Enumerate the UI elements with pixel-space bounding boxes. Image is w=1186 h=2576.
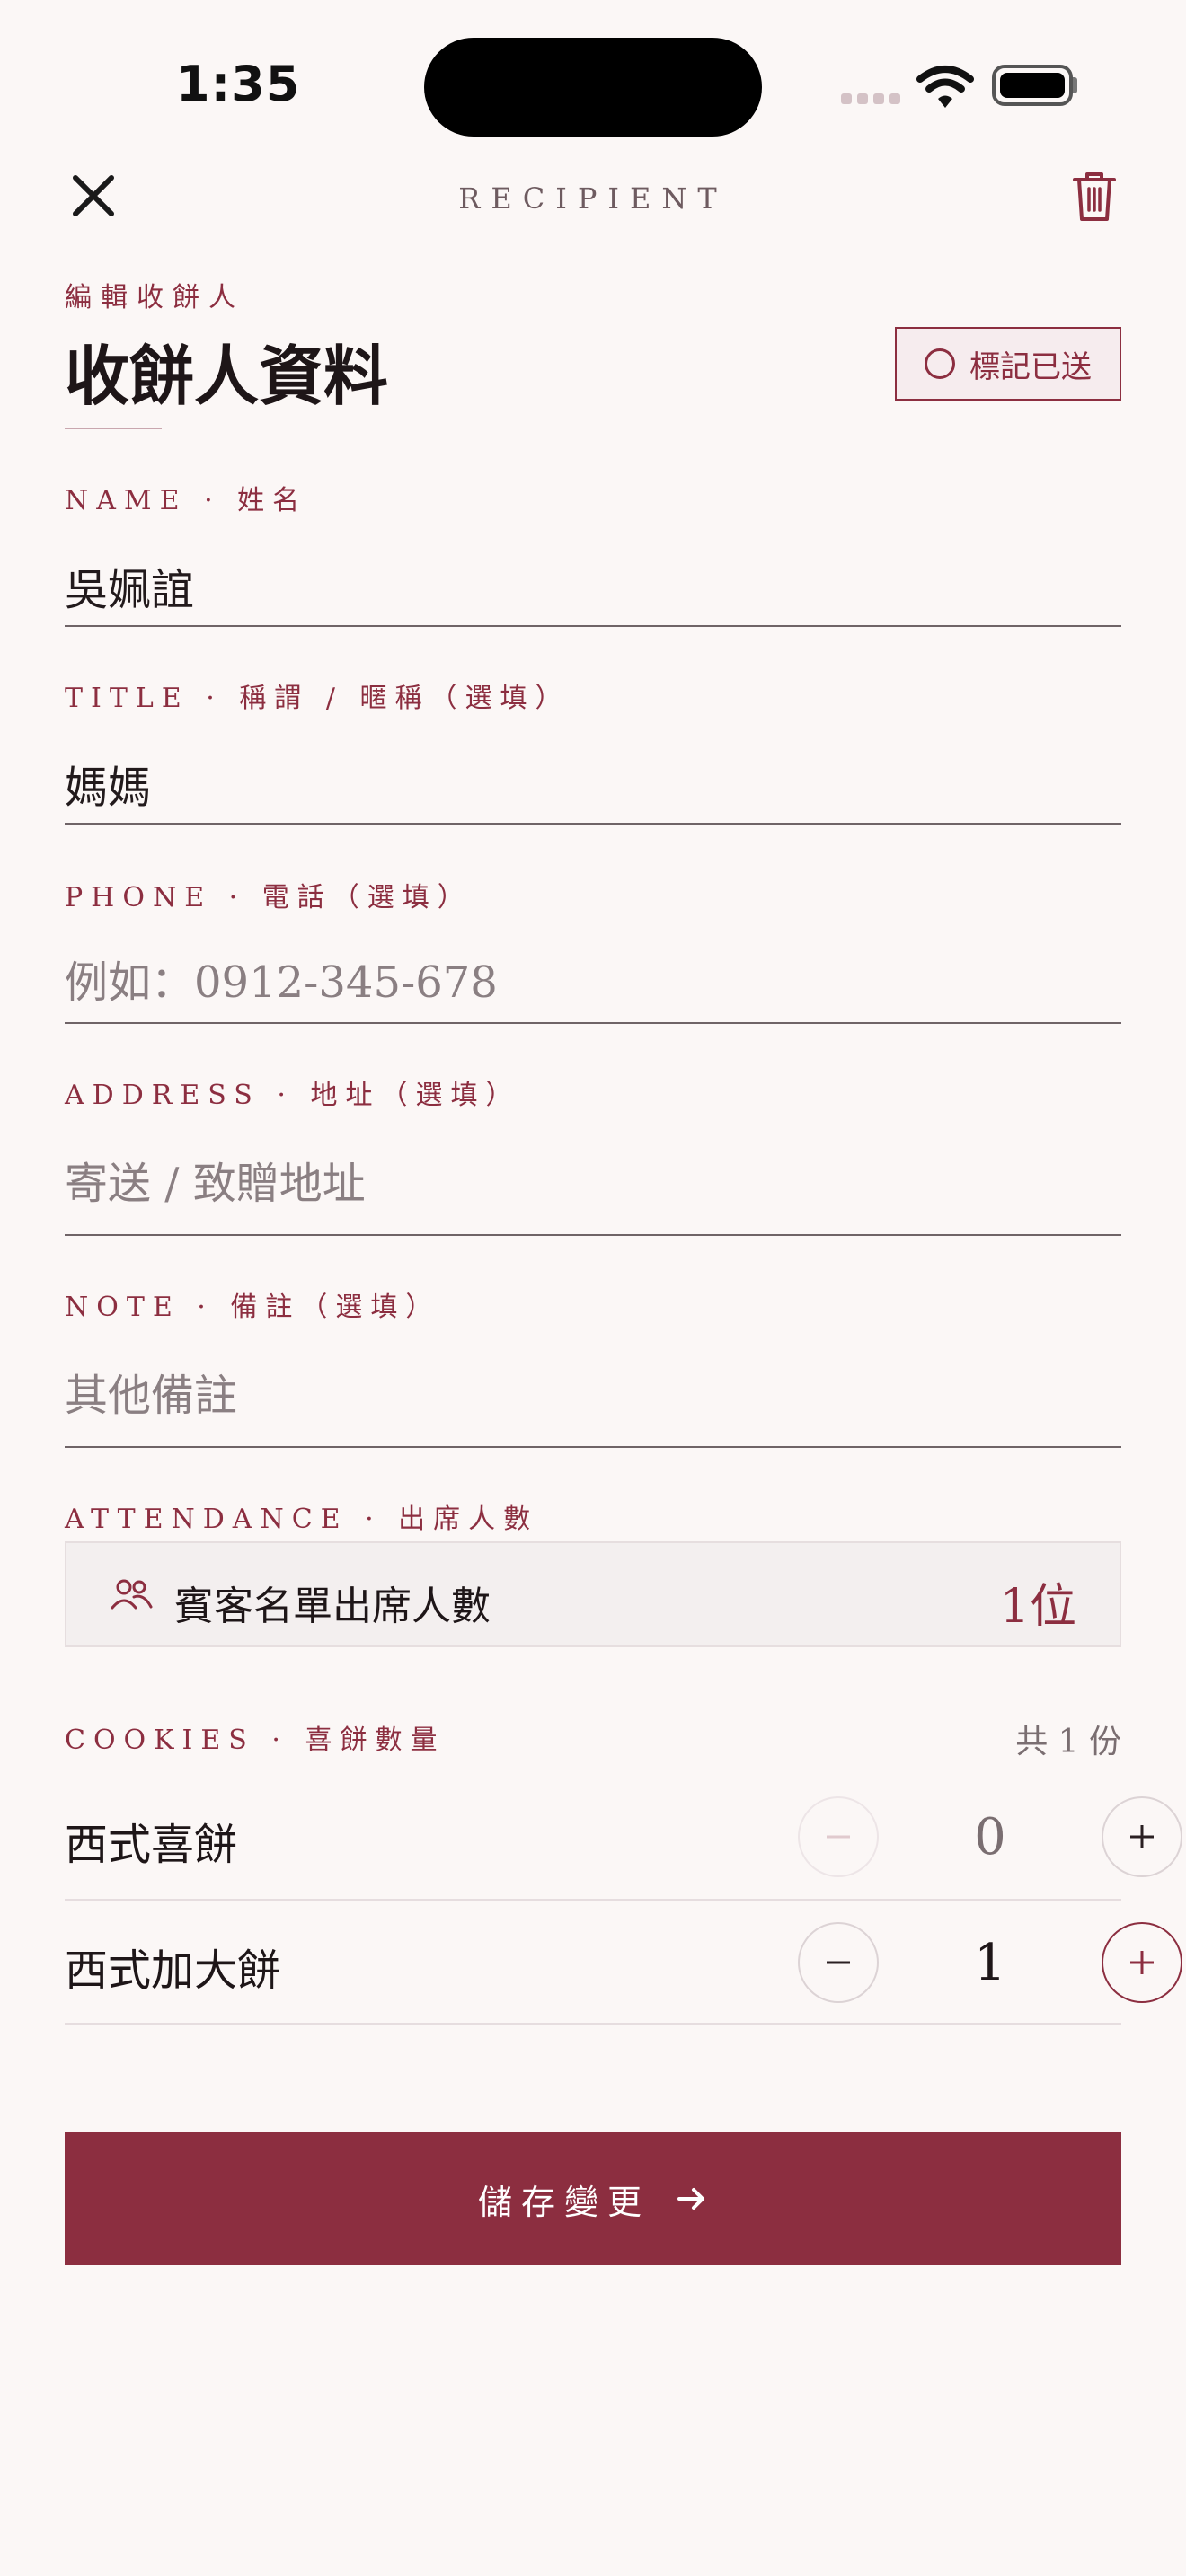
people-icon: [111, 1579, 153, 1610]
nav-title: RECIPIENT: [458, 181, 728, 216]
quantity-value: 0: [974, 1807, 1006, 1866]
minus-icon: [827, 1961, 850, 1964]
cookie-item-name: 西式加大餅: [65, 1945, 281, 1996]
arrow-right-icon: [677, 2188, 704, 2210]
dynamic-island: [424, 38, 762, 137]
page-eyebrow: 編輯收餅人: [65, 282, 244, 313]
attendance-box: 賓客名單出席人數 1位: [65, 1541, 1121, 1647]
address-label: ADDRESS · 地址（選填）: [65, 1080, 521, 1111]
plus-icon: [1130, 1951, 1154, 1974]
title-label: TITLE · 稱謂 / 暱稱（選填）: [65, 683, 571, 714]
attendance-description: 賓客名單出席人數: [174, 1584, 491, 1629]
name-label: NAME · 姓名: [65, 485, 308, 516]
note-input[interactable]: [65, 1345, 1121, 1448]
phone-label: PHONE · 電話（選填）: [65, 882, 473, 913]
name-input[interactable]: [65, 546, 1121, 627]
save-button[interactable]: 儲存變更: [65, 2132, 1121, 2265]
minus-icon: [827, 1835, 850, 1839]
increment-button[interactable]: [1102, 1922, 1182, 2003]
wifi-icon: [916, 66, 974, 108]
quantity-value: 1: [974, 1933, 1006, 1992]
plus-icon: [1130, 1825, 1154, 1848]
row-divider: [65, 1899, 1121, 1901]
mark-sent-label: 標記已送: [969, 348, 1092, 385]
battery-icon: [992, 65, 1073, 106]
cookies-label: COOKIES · 喜餅數量: [65, 1725, 446, 1756]
cookies-total: 共 1 份: [1015, 1724, 1121, 1760]
circle-icon: [925, 348, 955, 379]
title-input[interactable]: [65, 744, 1121, 825]
decrement-button[interactable]: [798, 1796, 879, 1877]
row-divider: [65, 2023, 1121, 2025]
signal-icon: [841, 93, 900, 104]
title-divider: [65, 428, 162, 429]
address-input[interactable]: [65, 1134, 1121, 1236]
decrement-button[interactable]: [798, 1922, 879, 2003]
quantity-stepper: 1: [798, 1922, 1182, 2003]
page-title: 收餅人資料: [65, 338, 389, 414]
save-button-label: 儲存變更: [477, 2182, 651, 2222]
attendance-value: 1位: [999, 1580, 1076, 1634]
battery-tip: [1073, 77, 1077, 93]
increment-button[interactable]: [1102, 1796, 1182, 1877]
note-label: NOTE · 備註（選填）: [65, 1292, 441, 1323]
mark-sent-button[interactable]: 標記已送: [895, 327, 1121, 401]
quantity-stepper: 0: [798, 1796, 1182, 1877]
trash-icon[interactable]: [1069, 169, 1120, 223]
cookie-item-name: 西式喜餅: [65, 1820, 238, 1870]
phone-input[interactable]: [65, 943, 1121, 1024]
status-time: 1:35: [176, 56, 301, 112]
attendance-label: ATTENDANCE · 出席人數: [65, 1504, 539, 1535]
